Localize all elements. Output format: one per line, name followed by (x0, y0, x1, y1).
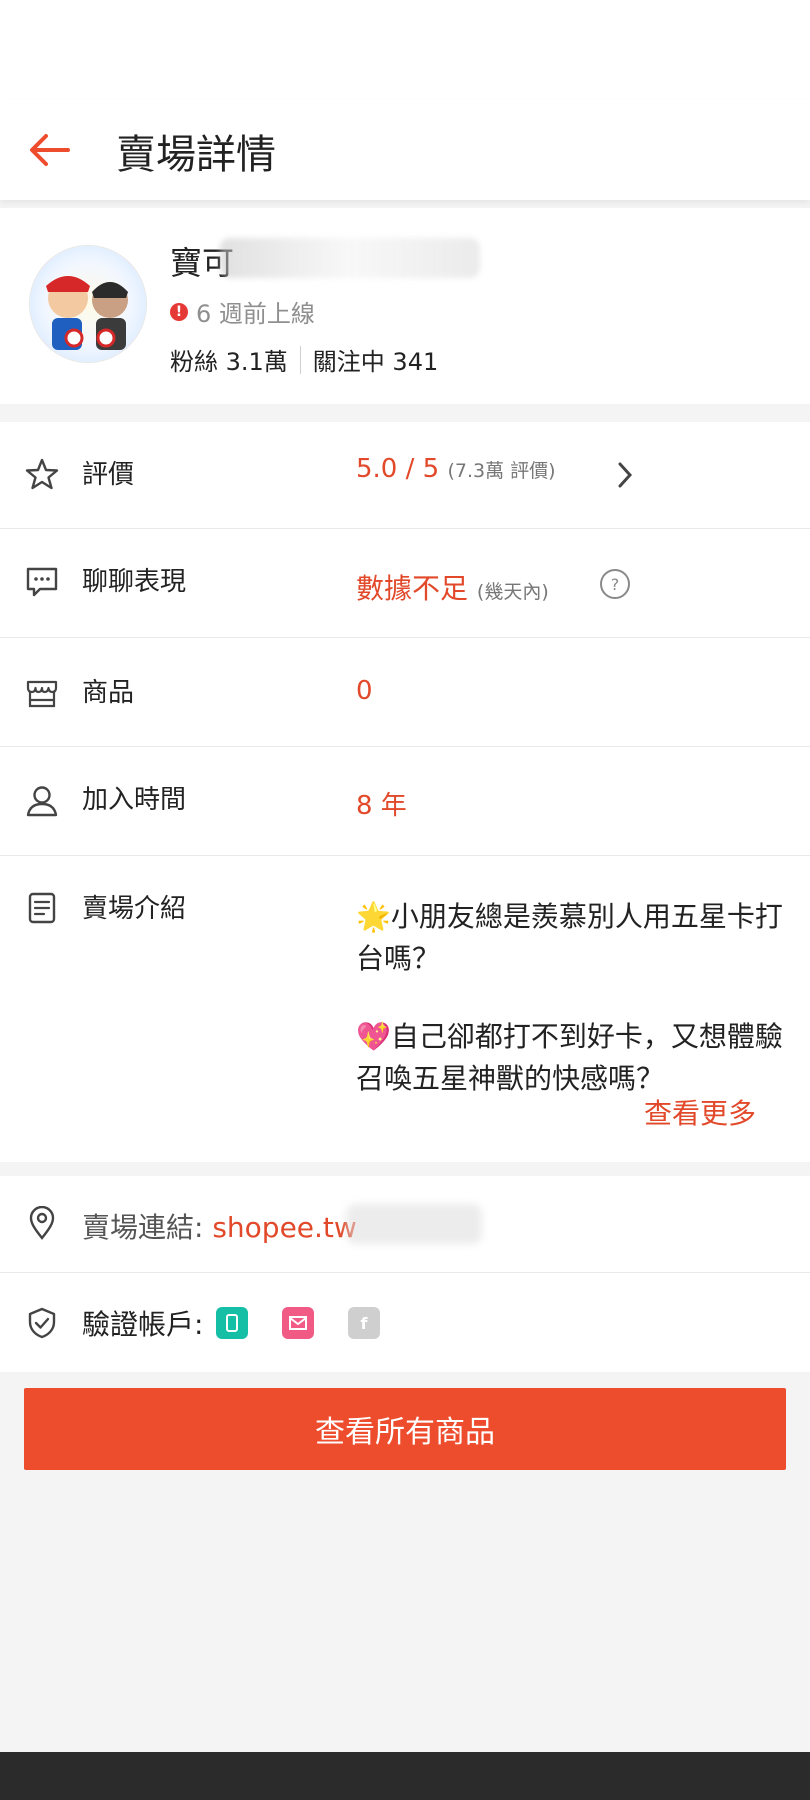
alert-icon: ! (170, 302, 188, 321)
joined-label: 加入時間 (82, 785, 187, 815)
shop-profile-card: 寶可 ! 6 週前上線 粉絲 3.1萬 關注中 341 (0, 208, 810, 404)
shield-check-icon (28, 1307, 56, 1339)
email-verified-icon (282, 1307, 314, 1339)
star-icon (25, 458, 59, 490)
location-pin-icon (29, 1206, 55, 1240)
phone-verified-icon (216, 1307, 248, 1339)
products-row: 商品 0 (0, 638, 810, 747)
rating-label: 評價 (82, 460, 135, 490)
verified-account-label: 驗證帳戶: (82, 1308, 204, 1341)
app-header: 賣場詳情 (0, 100, 810, 200)
joined-value: 8 年 (356, 791, 407, 821)
avatar-image (30, 246, 146, 362)
shop-link-label: 賣場連結: shopee.tw (82, 1206, 357, 1246)
products-count: 0 (356, 676, 373, 706)
name-redaction-blur (220, 238, 480, 278)
help-icon[interactable]: ? (600, 569, 630, 599)
chat-performance-row: 聊聊表現 數據不足 (幾天內) ? (0, 529, 810, 638)
document-icon (28, 892, 56, 924)
intro-paragraph-1: 🌟小朋友總是羨慕別人用五星卡打台嗎？ (356, 900, 783, 975)
system-navigation-bar (0, 1752, 810, 1800)
shop-link-url[interactable]: shopee.tw (212, 1211, 356, 1244)
joined-row: 加入時間 8 年 (0, 747, 810, 856)
chevron-right-icon[interactable] (612, 460, 638, 490)
chat-label: 聊聊表現 (82, 567, 187, 597)
chat-bubble-icon (26, 567, 58, 597)
shop-link-row[interactable]: 賣場連結: shopee.tw (0, 1176, 810, 1273)
status-bar-space (0, 0, 810, 100)
view-all-products-button[interactable]: 查看所有商品 (24, 1388, 786, 1470)
chat-period: (幾天內) (476, 581, 549, 603)
facebook-unverified-icon: f (348, 1307, 380, 1339)
intro-paragraph-2: 💖自己卻都打不到好卡，又想體驗召喚五星神獸的快感嗎？ (356, 1020, 783, 1095)
stats-divider (299, 345, 301, 374)
shop-link-label-text: 賣場連結: (82, 1211, 213, 1244)
verified-account-row: 驗證帳戶: f (0, 1273, 810, 1372)
followers-count[interactable]: 粉絲 3.1萬 (170, 342, 288, 377)
intro-row: 賣場介紹 🌟小朋友總是羨慕別人用五星卡打台嗎？ 💖自己卻都打不到好卡，又想體驗召… (0, 856, 810, 1162)
shop-info-list: 評價 5.0 / 5 (7.3萬 評價) 聊聊表現 數據不足 (幾天內) ? 商… (0, 422, 810, 1162)
intro-label: 賣場介紹 (82, 894, 187, 924)
following-count[interactable]: 關注中 341 (313, 342, 438, 377)
store-icon (26, 680, 58, 708)
follow-stats: 粉絲 3.1萬 關注中 341 (170, 342, 438, 377)
products-label: 商品 (82, 678, 135, 708)
online-status-text: 6 週前上線 (196, 300, 315, 328)
online-status: ! 6 週前上線 (170, 294, 315, 329)
see-more-link[interactable]: 查看更多 (644, 1092, 756, 1132)
page-title: 賣場詳情 (116, 132, 276, 178)
rating-value: 5.0 / 5 (7.3萬 評價) (356, 454, 556, 484)
shop-avatar[interactable] (30, 246, 146, 362)
shop-link-section: 賣場連結: shopee.tw 驗證帳戶: f (0, 1176, 810, 1372)
link-redaction-blur (346, 1204, 482, 1244)
back-arrow-icon[interactable] (24, 124, 76, 176)
rating-count: (7.3萬 評價) (447, 460, 556, 482)
user-icon (26, 786, 58, 817)
rating-score: 5.0 / 5 (356, 454, 440, 484)
chat-status: 數據不足 (356, 572, 469, 605)
chat-value: 數據不足 (幾天內) (356, 567, 549, 607)
rating-row[interactable]: 評價 5.0 / 5 (7.3萬 評價) (0, 422, 810, 529)
